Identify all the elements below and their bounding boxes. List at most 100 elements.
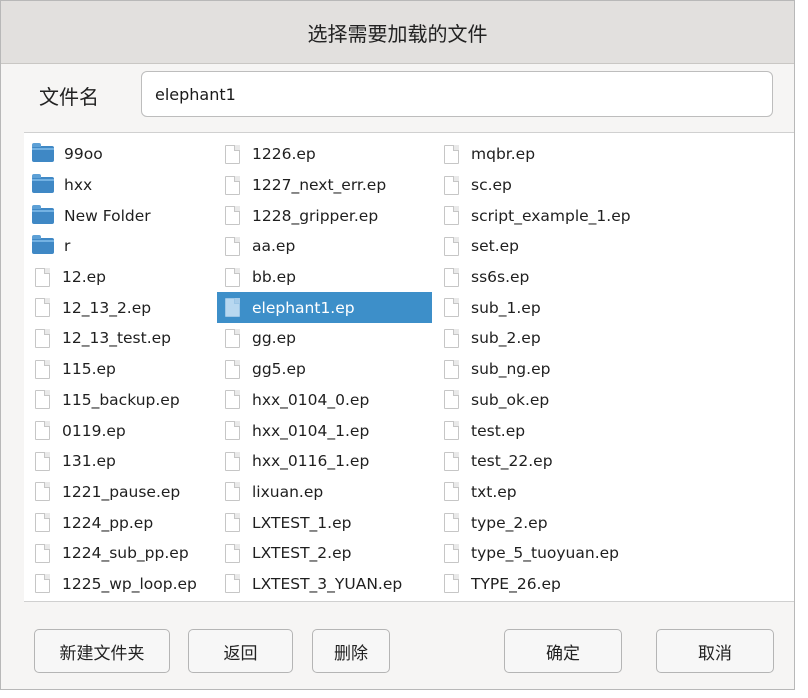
file-item[interactable]: LXTEST_2.ep xyxy=(217,538,432,569)
folder-item[interactable]: 99oo xyxy=(27,139,217,170)
file-item[interactable]: sub_1.ep xyxy=(436,292,686,323)
file-list: 99oo hxx New Folder r 12.ep 12_13_2.ep 12_13_t… xyxy=(24,132,794,602)
item-label: 1224_pp.ep xyxy=(62,513,154,532)
file-item[interactable]: 12_13_2.ep xyxy=(27,292,217,323)
file-item[interactable]: ss6s.ep xyxy=(436,262,686,293)
file-item[interactable]: LXTEST_1.ep xyxy=(217,507,432,538)
file-item[interactable]: aa.ep xyxy=(217,231,432,262)
file-icon xyxy=(35,543,50,563)
file-item[interactable]: 0119.ep xyxy=(27,415,217,446)
file-icon xyxy=(225,236,240,256)
file-icon xyxy=(444,359,459,379)
file-icon xyxy=(444,451,459,471)
file-icon xyxy=(225,482,240,502)
item-label: 12_13_2.ep xyxy=(62,298,152,317)
file-icon xyxy=(444,482,459,502)
file-item[interactable]: LXTEST_3_YUAN.ep xyxy=(217,569,432,600)
cancel-button[interactable]: 取消 xyxy=(656,629,774,673)
item-label: hxx_0116_1.ep xyxy=(252,452,370,471)
file-item[interactable]: gg5.ep xyxy=(217,354,432,385)
file-item[interactable]: hxx_0116_1.ep xyxy=(217,446,432,477)
file-item[interactable]: type_2.ep xyxy=(436,507,686,538)
file-item[interactable]: lixuan.ep xyxy=(217,477,432,508)
file-item[interactable]: hxx_0104_0.ep xyxy=(217,385,432,416)
file-item[interactable]: 12_13_test.ep xyxy=(27,323,217,354)
folder-icon xyxy=(32,204,54,224)
file-item[interactable]: sub_ok.ep xyxy=(436,385,686,416)
file-icon xyxy=(35,513,50,533)
item-label: sub_2.ep xyxy=(471,329,541,348)
file-icon xyxy=(444,513,459,533)
file-item[interactable]: type_5_tuoyuan.ep xyxy=(436,538,686,569)
filename-input[interactable] xyxy=(141,71,773,117)
file-item[interactable]: test_22.ep xyxy=(436,446,686,477)
item-label: bb.ep xyxy=(252,268,296,287)
file-item[interactable]: 1225_wp_loop.ep xyxy=(27,569,217,600)
file-item[interactable]: 1228_gripper.ep xyxy=(217,200,432,231)
file-item[interactable]: 115_backup.ep xyxy=(27,385,217,416)
file-item[interactable]: 115.ep xyxy=(27,354,217,385)
file-icon xyxy=(35,574,50,594)
file-item[interactable]: 1221_pause.ep xyxy=(27,477,217,508)
file-item[interactable]: txt.ep xyxy=(436,477,686,508)
file-item[interactable]: TYPE_26.ep xyxy=(436,569,686,600)
item-label: script_example_1.ep xyxy=(471,206,631,225)
file-icon xyxy=(35,267,50,287)
back-button[interactable]: 返回 xyxy=(188,629,293,673)
item-label: sc.ep xyxy=(471,176,512,195)
file-item[interactable]: 1224_pp.ep xyxy=(27,507,217,538)
folder-item[interactable]: New Folder xyxy=(27,200,217,231)
file-item[interactable]: bb.ep xyxy=(217,262,432,293)
file-item[interactable]: 12.ep xyxy=(27,262,217,293)
item-label: 99oo xyxy=(64,145,103,164)
item-label: sub_ng.ep xyxy=(471,360,551,379)
new-folder-button[interactable]: 新建文件夹 xyxy=(34,629,170,673)
folder-item[interactable]: hxx xyxy=(27,170,217,201)
delete-button[interactable]: 删除 xyxy=(312,629,390,673)
file-icon xyxy=(225,543,240,563)
file-item[interactable]: 1224_sub_pp.ep xyxy=(27,538,217,569)
file-item[interactable]: mqbr.ep xyxy=(436,139,686,170)
folder-icon xyxy=(32,235,54,255)
item-label: hxx xyxy=(64,176,93,195)
file-item[interactable]: script_example_1.ep xyxy=(436,200,686,231)
file-icon xyxy=(225,144,240,164)
file-icon xyxy=(444,175,459,195)
file-item[interactable]: gg.ep xyxy=(217,323,432,354)
file-dialog: 选择需要加载的文件 文件名 99oo hxx New Folder r 12.ep 12_… xyxy=(0,0,795,690)
item-label: 1225_wp_loop.ep xyxy=(62,574,197,593)
ok-button[interactable]: 确定 xyxy=(504,629,622,673)
file-item[interactable]: 1227_next_err.ep xyxy=(217,170,432,201)
file-item[interactable]: elephant1.ep xyxy=(217,292,432,324)
file-icon xyxy=(35,359,50,379)
file-icon xyxy=(225,451,240,471)
item-label: lixuan.ep xyxy=(252,482,324,501)
item-label: 1228_gripper.ep xyxy=(252,206,379,225)
file-icon xyxy=(225,328,240,348)
item-label: 1221_pause.ep xyxy=(62,482,181,501)
file-item[interactable]: sub_2.ep xyxy=(436,323,686,354)
filename-label: 文件名 xyxy=(39,85,99,109)
item-label: 1227_next_err.ep xyxy=(252,176,387,195)
folder-icon xyxy=(32,143,54,163)
file-icon xyxy=(35,421,50,441)
file-icon xyxy=(444,328,459,348)
file-item[interactable]: set.ep xyxy=(436,231,686,262)
file-item[interactable]: hxx_0104_1.ep xyxy=(217,415,432,446)
file-column-1: 99oo hxx New Folder r 12.ep 12_13_2.ep 12_13_t… xyxy=(27,139,217,599)
file-item[interactable]: test.ep xyxy=(436,415,686,446)
item-label: 1226.ep xyxy=(252,145,316,164)
folder-item[interactable]: r xyxy=(27,231,217,262)
item-label: sub_1.ep xyxy=(471,298,541,317)
file-item[interactable]: 131.ep xyxy=(27,446,217,477)
file-item[interactable]: sc.ep xyxy=(436,170,686,201)
item-label: set.ep xyxy=(471,237,519,256)
file-icon xyxy=(225,421,240,441)
item-label: 1224_sub_pp.ep xyxy=(62,544,189,563)
file-item[interactable]: 1226.ep xyxy=(217,139,432,170)
item-label: elephant1.ep xyxy=(252,298,355,317)
file-icon xyxy=(444,298,459,318)
file-icon xyxy=(35,482,50,502)
file-item[interactable]: sub_ng.ep xyxy=(436,354,686,385)
item-label: test.ep xyxy=(471,421,526,440)
